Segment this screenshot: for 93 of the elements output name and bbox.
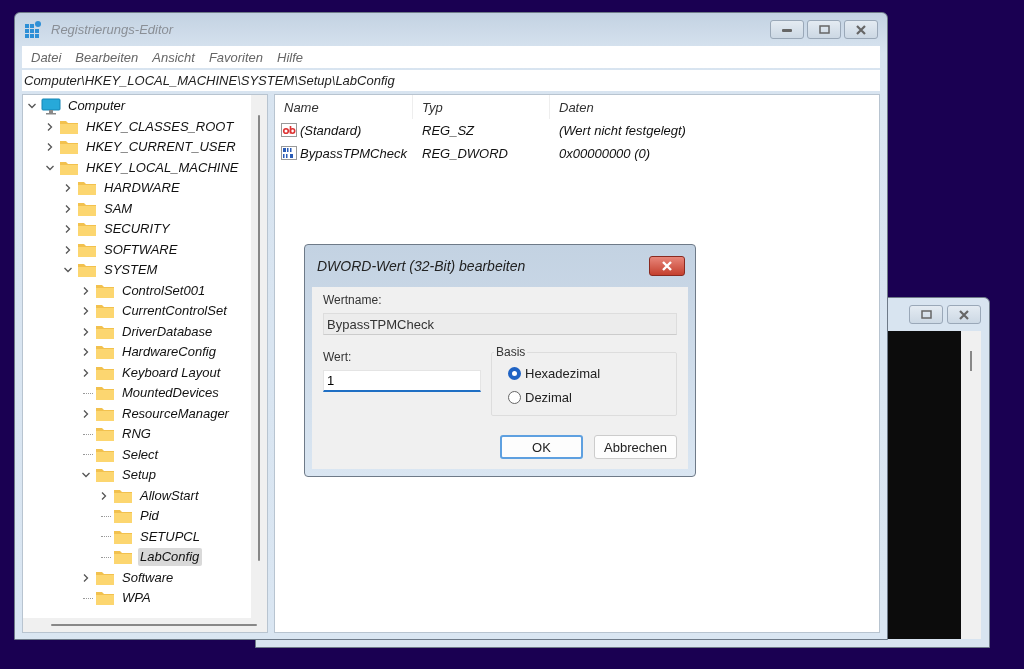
tree-item[interactable]: AllowStart (138, 486, 202, 505)
tree-item[interactable]: SAM (102, 199, 136, 218)
close-icon (957, 309, 971, 320)
tree-item[interactable]: LabConfig (138, 548, 203, 567)
folder-icon (95, 569, 115, 586)
close-icon (660, 261, 674, 271)
folder-icon (95, 446, 115, 463)
menu-item[interactable]: Bearbeiten (68, 49, 146, 65)
tree-item[interactable]: HKEY_LOCAL_MACHINE (84, 158, 242, 177)
maximize-icon (919, 309, 933, 320)
folder-icon (95, 405, 115, 422)
tree-item[interactable]: HardwareConfig (120, 343, 219, 362)
tree-item[interactable]: Select (120, 445, 162, 464)
value-data: (Wert nicht festgelegt) (558, 123, 687, 138)
folder-icon (77, 241, 97, 258)
folder-icon (59, 118, 79, 135)
folder-icon (95, 323, 115, 340)
maximize-button[interactable] (909, 305, 943, 324)
dialog-button[interactable]: Abbrechen (594, 435, 677, 459)
maximize-icon (817, 24, 831, 35)
monitor-icon (41, 97, 61, 115)
dialog-button[interactable]: OK (500, 435, 583, 459)
folder-icon (113, 487, 133, 504)
value-type: REG_SZ (421, 123, 476, 138)
folder-icon (59, 139, 79, 156)
menu-item[interactable]: Datei (24, 49, 69, 65)
value-name[interactable]: (Standard) (300, 123, 362, 138)
group-label: Basis (495, 345, 527, 359)
value-type: REG_DWORD (421, 146, 509, 161)
folder-icon (77, 221, 97, 238)
menu-item[interactable]: Favoriten (201, 49, 271, 65)
tree-item[interactable]: ResourceManager (120, 404, 232, 423)
close-button[interactable] (844, 20, 878, 39)
tree-item[interactable]: SOFTWARE (102, 240, 181, 259)
tree-item[interactable]: DriverDatabase (120, 322, 216, 341)
registry-icon (25, 21, 42, 38)
tree-item[interactable]: SECURITY (102, 220, 173, 239)
column-header[interactable]: Name (275, 95, 413, 119)
tree-item[interactable]: SYSTEM (102, 261, 161, 280)
folder-icon (77, 200, 97, 217)
folder-icon (113, 528, 133, 545)
tree-item[interactable]: Computer (66, 97, 129, 116)
radio-button[interactable] (508, 390, 521, 404)
folder-icon (77, 262, 97, 279)
tree-item[interactable]: Software (120, 568, 177, 587)
tree-item[interactable]: Keyboard Layout (120, 363, 224, 382)
string-value-icon (281, 122, 297, 139)
tree-item[interactable]: HKEY_CLASSES_ROOT (84, 117, 237, 136)
maximize-button[interactable] (807, 20, 841, 39)
folder-icon (95, 385, 115, 402)
menu-item[interactable]: Hilfe (270, 49, 311, 65)
binary-value-icon (281, 145, 297, 162)
tree-item[interactable]: RNG (120, 425, 154, 444)
folder-icon (95, 364, 115, 381)
close-icon (854, 24, 868, 35)
tree-item[interactable]: CurrentControlSet (120, 302, 230, 321)
field-label: Wert: (323, 350, 353, 364)
folder-icon (77, 180, 97, 197)
folder-icon (95, 303, 115, 320)
tree-item[interactable]: ControlSet001 (120, 281, 209, 300)
folder-icon (113, 508, 133, 525)
folder-icon (95, 282, 115, 299)
close-button[interactable] (947, 305, 981, 324)
field-label: Wertname: (323, 293, 383, 307)
folder-icon (95, 344, 115, 361)
minimize-button[interactable] (770, 20, 804, 39)
value-name-field[interactable]: BypassTPMCheck (323, 313, 677, 335)
scrollbar[interactable] (961, 331, 981, 639)
tree-item[interactable]: SETUPCL (138, 527, 203, 546)
tree-item[interactable]: MountedDevices (120, 384, 222, 403)
value-input-field[interactable]: 1 (323, 370, 481, 392)
folder-icon (59, 159, 79, 176)
tree-item[interactable]: WPA (120, 589, 154, 608)
value-name[interactable]: BypassTPMCheck (300, 146, 407, 161)
folder-icon (95, 426, 115, 443)
tree-item[interactable]: HARDWARE (102, 179, 183, 198)
tree-item[interactable]: Pid (138, 507, 162, 526)
column-header[interactable]: Daten (550, 95, 750, 119)
folder-icon (113, 549, 133, 566)
value-data: 0x00000000 (0) (558, 146, 652, 161)
column-header[interactable]: Typ (413, 95, 550, 119)
radio-button[interactable] (508, 366, 521, 380)
tree-item[interactable]: HKEY_CURRENT_USER (84, 138, 239, 157)
folder-icon (95, 590, 115, 607)
tree-item[interactable]: Setup (120, 466, 159, 485)
dialog-title: DWORD-Wert (32-Bit) bearbeiten (317, 258, 526, 274)
radio-label[interactable]: Dezimal (525, 389, 572, 405)
folder-icon (95, 467, 115, 484)
radio-label[interactable]: Hexadezimal (525, 365, 601, 381)
window-title: Registrierungs-Editor (51, 22, 174, 37)
address-bar[interactable]: Computer\HKEY_LOCAL_MACHINE\SYSTEM\Setup\LabConfig (22, 70, 880, 91)
close-button[interactable] (649, 256, 685, 276)
menu-item[interactable]: Ansicht (145, 49, 202, 65)
